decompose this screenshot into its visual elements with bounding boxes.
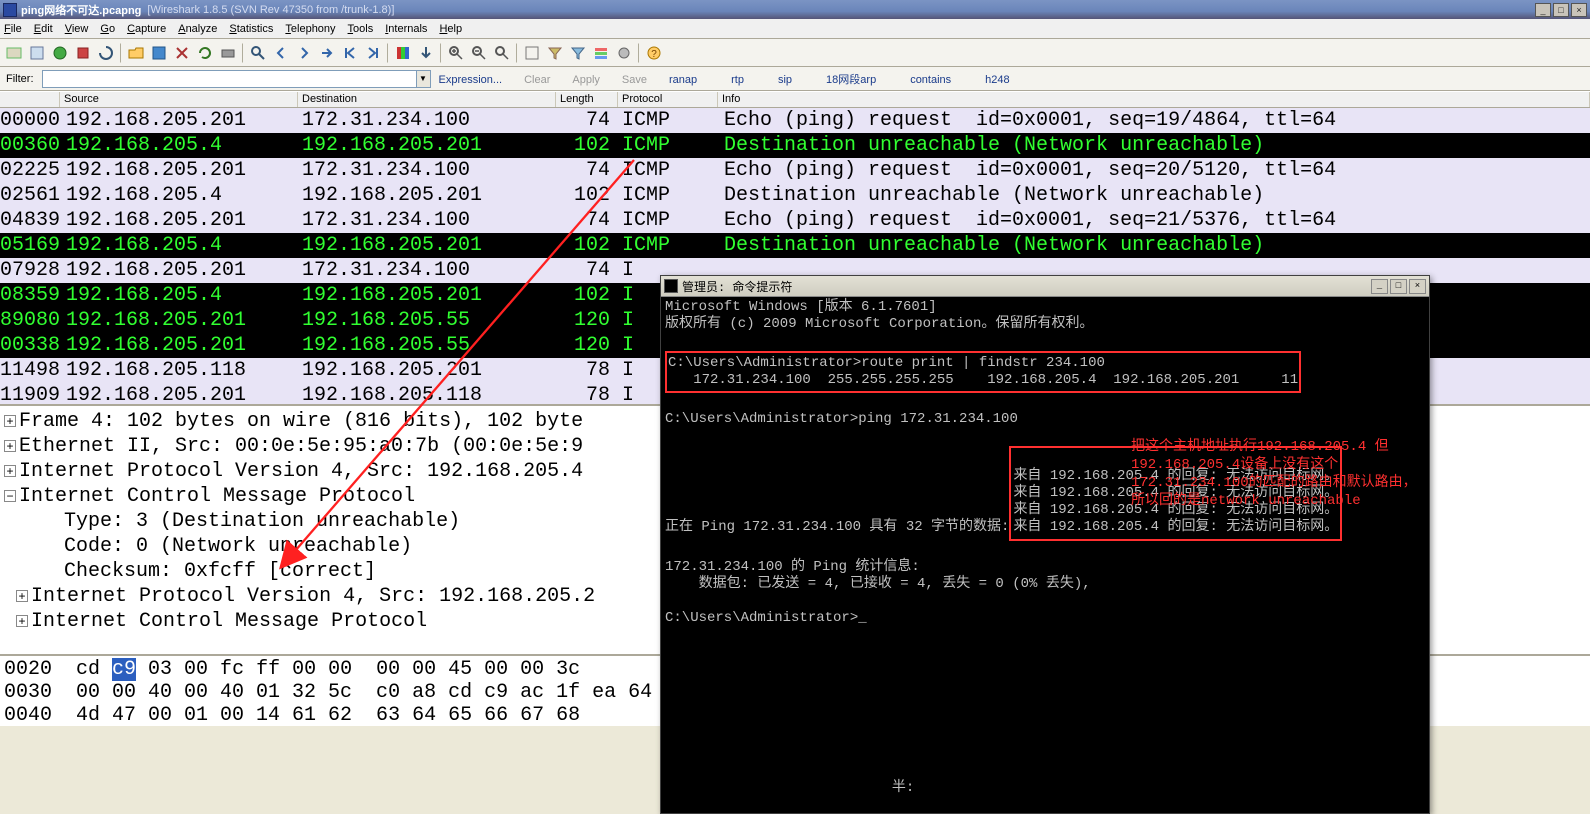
filter-dropdown-icon[interactable]: ▼ <box>417 70 431 88</box>
filter-action-contains[interactable]: contains <box>910 74 951 86</box>
tb-start[interactable] <box>49 42 71 64</box>
filter-action-clear[interactable]: Clear <box>524 74 550 86</box>
window-titlebar: ping网络不可达.pcapng [Wireshark 1.8.5 (SVN R… <box>0 0 1590 19</box>
tb-last[interactable] <box>362 42 384 64</box>
menu-tools[interactable]: Tools <box>348 23 374 35</box>
filter-action-save[interactable]: Save <box>622 74 647 86</box>
menu-go[interactable]: Go <box>100 23 115 35</box>
packet-row[interactable]: 02561192.168.205.4192.168.205.201102ICMP… <box>0 183 1590 208</box>
packet-row[interactable]: 02225192.168.205.201172.31.234.10074ICMP… <box>0 158 1590 183</box>
tb-zoom-out[interactable] <box>468 42 490 64</box>
svg-text:?: ? <box>651 49 657 60</box>
packet-list-header: Source Destination Length Protocol Info <box>0 91 1590 108</box>
col-info[interactable]: Info <box>718 92 1590 107</box>
tb-zoom-100[interactable] <box>491 42 513 64</box>
tb-help[interactable]: ? <box>643 42 665 64</box>
tb-print[interactable] <box>217 42 239 64</box>
tb-goto[interactable] <box>316 42 338 64</box>
filter-label: Filter: <box>6 73 34 85</box>
menu-edit[interactable]: Edit <box>34 23 53 35</box>
menu-capture[interactable]: Capture <box>127 23 166 35</box>
filter-bar: Filter: ▼ Expression... Clear Apply Save ran… <box>0 67 1590 91</box>
tb-prefs[interactable] <box>613 42 635 64</box>
tb-capture-filters[interactable] <box>544 42 566 64</box>
maximize-button[interactable]: □ <box>1553 3 1569 17</box>
menu-internals[interactable]: Internals <box>385 23 427 35</box>
packet-row[interactable]: 05169192.168.205.4192.168.205.201102ICMP… <box>0 233 1590 258</box>
tb-prev[interactable] <box>270 42 292 64</box>
cmd-window[interactable]: 管理员: 命令提示符 _ □ × Microsoft Windows [版本 6… <box>660 275 1430 814</box>
tb-stop[interactable] <box>72 42 94 64</box>
tb-close[interactable] <box>171 42 193 64</box>
filter-action-expression-[interactable]: Expression... <box>439 74 503 86</box>
col-destination[interactable]: Destination <box>298 92 556 107</box>
tb-restart[interactable] <box>95 42 117 64</box>
main-toolbar: ? <box>0 39 1590 67</box>
menu-analyze[interactable]: Analyze <box>178 23 217 35</box>
close-button[interactable]: × <box>1571 3 1587 17</box>
filter-action-apply[interactable]: Apply <box>572 74 600 86</box>
filter-action-18-arp[interactable]: 18网段arp <box>826 74 876 86</box>
packet-row[interactable]: 00000192.168.205.201172.31.234.10074ICMP… <box>0 108 1590 133</box>
menu-view[interactable]: View <box>65 23 89 35</box>
cmd-minimize[interactable]: _ <box>1371 279 1388 294</box>
tb-next[interactable] <box>293 42 315 64</box>
menu-statistics[interactable]: Statistics <box>229 23 273 35</box>
minimize-button[interactable]: _ <box>1535 3 1551 17</box>
tb-reload[interactable] <box>194 42 216 64</box>
tb-zoom-in[interactable] <box>445 42 467 64</box>
window-title-app: [Wireshark 1.8.5 (SVN Rev 47350 from /tr… <box>147 4 394 16</box>
tb-display-filters[interactable] <box>567 42 589 64</box>
filter-input[interactable] <box>42 70 417 88</box>
tb-save[interactable] <box>148 42 170 64</box>
tb-colorize[interactable] <box>392 42 414 64</box>
menu-file[interactable]: File <box>4 23 22 35</box>
cmd-icon <box>664 279 678 293</box>
col-source[interactable]: Source <box>60 92 298 107</box>
tb-open[interactable] <box>125 42 147 64</box>
cmd-close[interactable]: × <box>1409 279 1426 294</box>
filter-action-rtp[interactable]: rtp <box>731 74 744 86</box>
menubar: File Edit View Go Capture Analyze Statistics Te… <box>0 19 1590 39</box>
cmd-maximize[interactable]: □ <box>1390 279 1407 294</box>
menu-telephony[interactable]: Telephony <box>285 23 335 35</box>
filter-action-ranap[interactable]: ranap <box>669 74 697 86</box>
cmd-titlebar[interactable]: 管理员: 命令提示符 _ □ × <box>661 276 1429 297</box>
packet-row[interactable]: 00360192.168.205.4192.168.205.201102ICMP… <box>0 133 1590 158</box>
filter-action-h248[interactable]: h248 <box>985 74 1009 86</box>
tb-interfaces[interactable] <box>3 42 25 64</box>
wireshark-icon <box>3 3 17 17</box>
tb-first[interactable] <box>339 42 361 64</box>
tb-autoscroll[interactable] <box>415 42 437 64</box>
col-no[interactable] <box>0 92 60 107</box>
filter-action-sip[interactable]: sip <box>778 74 792 86</box>
col-length[interactable]: Length <box>556 92 618 107</box>
tb-options[interactable] <box>26 42 48 64</box>
col-protocol[interactable]: Protocol <box>618 92 718 107</box>
packet-row[interactable]: 04839192.168.205.201172.31.234.10074ICMP… <box>0 208 1590 233</box>
cmd-body[interactable]: Microsoft Windows [版本 6.1.7601] 版权所有 (c)… <box>661 297 1429 813</box>
tb-find[interactable] <box>247 42 269 64</box>
menu-help[interactable]: Help <box>439 23 462 35</box>
tb-resize-cols[interactable] <box>521 42 543 64</box>
cmd-title-text: 管理员: 命令提示符 <box>682 278 792 295</box>
annotation-text: 把这个主机地址执行192.168.205.4 但192.168.205.4设备上… <box>1131 438 1421 510</box>
window-title-file: ping网络不可达.pcapng <box>21 2 147 18</box>
tb-coloring-rules[interactable] <box>590 42 612 64</box>
